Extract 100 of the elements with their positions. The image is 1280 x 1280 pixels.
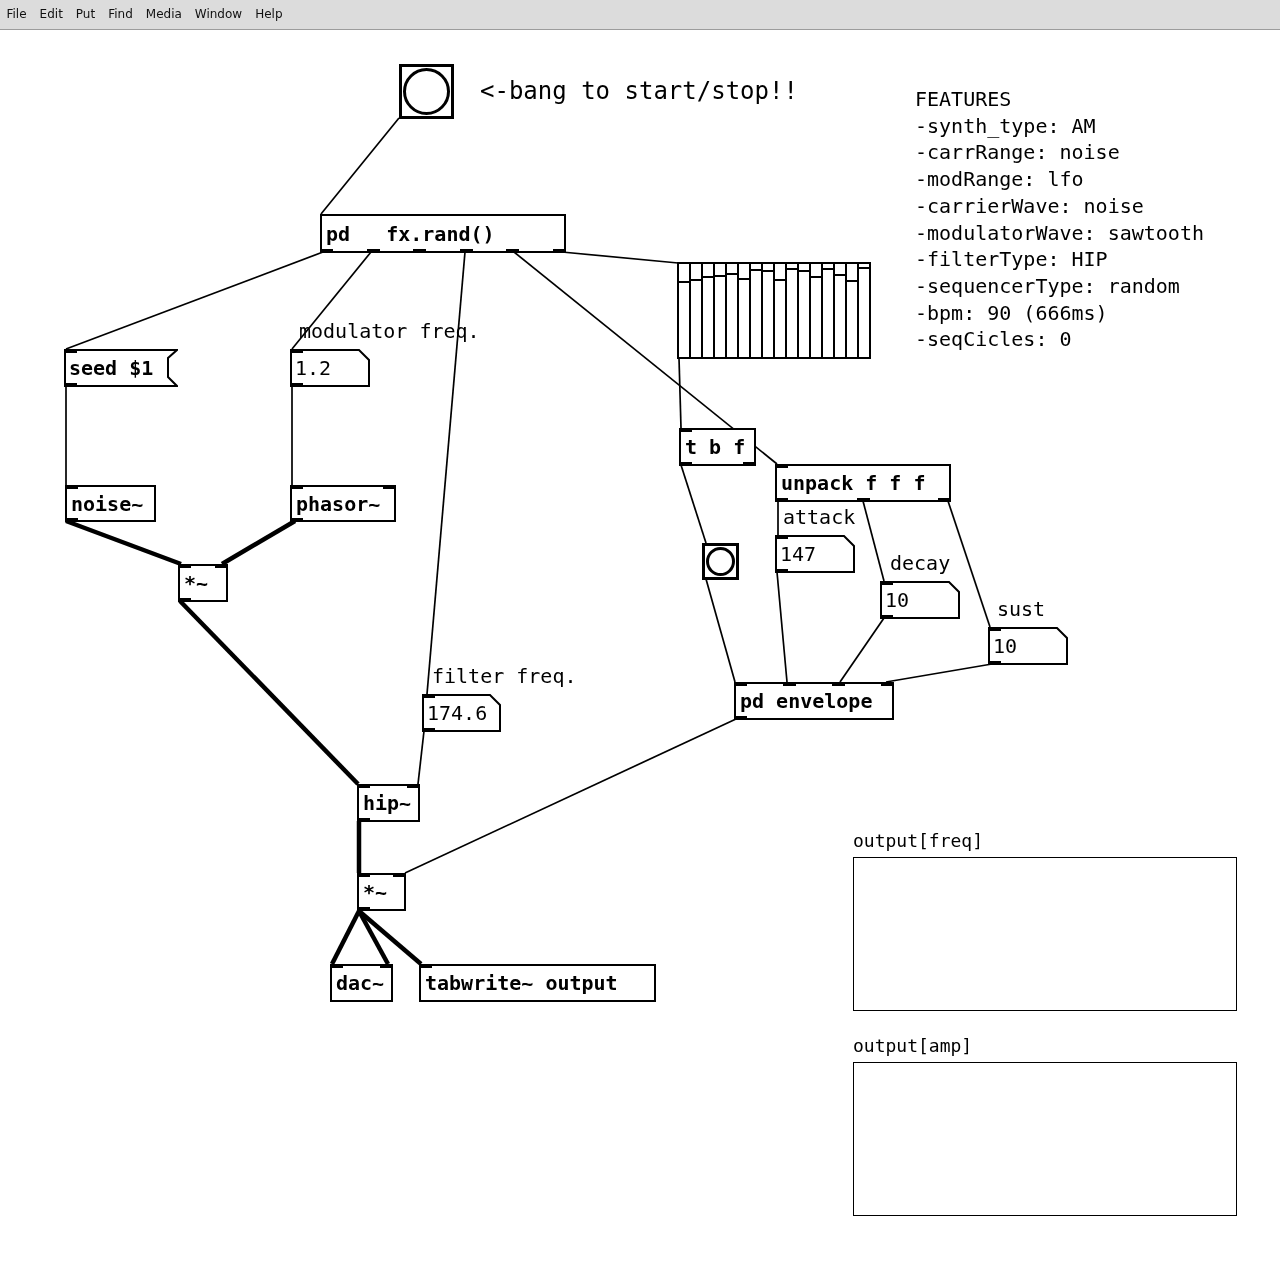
- slider-track[interactable]: [763, 264, 775, 357]
- slider-thumb[interactable]: [811, 276, 821, 279]
- outlet-icon[interactable]: [856, 498, 870, 502]
- slider-track[interactable]: [847, 264, 859, 357]
- slider-track[interactable]: [823, 264, 835, 357]
- slider-track[interactable]: [739, 264, 751, 357]
- object-box[interactable]: t b f: [679, 428, 756, 466]
- inlet-icon[interactable]: [357, 873, 370, 877]
- slider-track[interactable]: [703, 264, 715, 357]
- slider-thumb[interactable]: [763, 269, 773, 272]
- bang-button[interactable]: [702, 543, 739, 580]
- menu-item[interactable]: Find: [102, 0, 139, 29]
- menu-item[interactable]: Edit: [33, 0, 69, 29]
- comment-text: -bpm: 90 (666ms): [915, 299, 1108, 327]
- object-box[interactable]: phasor~: [290, 485, 396, 522]
- object-box[interactable]: pd envelope: [734, 682, 894, 720]
- inlet-icon[interactable]: [783, 682, 796, 686]
- slider-track[interactable]: [835, 264, 847, 357]
- inlet-icon[interactable]: [775, 535, 788, 539]
- slider-thumb[interactable]: [835, 274, 845, 277]
- object-box[interactable]: noise~: [65, 485, 156, 522]
- number-field[interactable]: 147: [775, 535, 855, 573]
- inlet-icon[interactable]: [880, 581, 893, 585]
- slider-thumb[interactable]: [847, 279, 857, 282]
- comment-text: -synth_type: AM: [915, 112, 1096, 140]
- slider-thumb[interactable]: [775, 278, 785, 281]
- object-box[interactable]: pd fx.rand(): [320, 214, 566, 253]
- slider-thumb[interactable]: [679, 280, 689, 283]
- slider-track[interactable]: [811, 264, 823, 357]
- slider-thumb[interactable]: [823, 267, 833, 270]
- number-field[interactable]: 10: [988, 627, 1068, 665]
- comment-text: -modRange: lfo: [915, 166, 1084, 193]
- inlet-icon[interactable]: [290, 485, 303, 489]
- slider-track[interactable]: [799, 264, 811, 357]
- message-box[interactable]: seed $1: [64, 349, 178, 387]
- slider-thumb[interactable]: [715, 275, 725, 278]
- slider-track[interactable]: [715, 264, 727, 357]
- slider-track[interactable]: [751, 264, 763, 357]
- slider-thumb[interactable]: [787, 267, 797, 270]
- comment-text: sust: [997, 597, 1046, 621]
- comment-text: -carrRange: noise: [915, 139, 1120, 167]
- object-box[interactable]: unpack f f f: [775, 464, 951, 502]
- object-box[interactable]: *~: [178, 564, 228, 602]
- slider-track[interactable]: [679, 264, 691, 357]
- number-field[interactable]: 10: [880, 581, 960, 619]
- bang-button[interactable]: [399, 64, 454, 119]
- inlet-icon[interactable]: [357, 784, 370, 788]
- inlet-icon[interactable]: [775, 464, 788, 468]
- comment-text: -seqCicles: 0: [915, 326, 1072, 354]
- comment-text: -modulatorWave: sawtooth: [915, 219, 1204, 247]
- menu-item[interactable]: Window: [188, 0, 249, 29]
- outlet-icon[interactable]: [366, 249, 380, 253]
- inlet-icon[interactable]: [64, 349, 77, 353]
- comment-text: decay: [890, 551, 951, 575]
- array-label: output[freq]: [853, 830, 984, 852]
- object-box[interactable]: dac~: [330, 964, 393, 1002]
- slider-track[interactable]: [775, 264, 787, 357]
- slider-thumb[interactable]: [799, 270, 809, 273]
- outlet-icon[interactable]: [506, 249, 520, 253]
- slider-track[interactable]: [787, 264, 799, 357]
- inlet-icon[interactable]: [419, 964, 432, 968]
- inlet-icon[interactable]: [881, 682, 894, 686]
- slider-thumb[interactable]: [859, 266, 869, 269]
- inlet-icon[interactable]: [65, 485, 78, 489]
- slider-thumb[interactable]: [703, 276, 713, 279]
- outlet-icon[interactable]: [459, 249, 473, 253]
- slider-thumb[interactable]: [727, 273, 737, 276]
- inlet-icon[interactable]: [832, 682, 845, 686]
- comment-text: <-bang to start/stop!!: [480, 79, 798, 103]
- inlet-icon[interactable]: [215, 564, 228, 568]
- inlet-icon[interactable]: [383, 485, 396, 489]
- number-field[interactable]: 174.6: [422, 694, 501, 732]
- comment-text: -sequencerType: random: [915, 272, 1180, 300]
- array-label: output[amp]: [853, 1035, 973, 1057]
- menu-item[interactable]: File: [0, 0, 33, 29]
- inlet-icon[interactable]: [734, 682, 747, 686]
- inlet-icon[interactable]: [422, 694, 435, 698]
- inlet-icon[interactable]: [393, 873, 406, 877]
- inlet-icon[interactable]: [178, 564, 191, 568]
- slider-thumb[interactable]: [751, 268, 761, 271]
- slider-track[interactable]: [727, 264, 739, 357]
- object-box[interactable]: hip~: [357, 784, 420, 822]
- menu-item[interactable]: Help: [249, 0, 289, 29]
- inlet-icon[interactable]: [679, 428, 692, 432]
- inlet-icon[interactable]: [988, 627, 1001, 631]
- comment-text: filter freq.: [432, 664, 577, 688]
- array-graph[interactable]: [853, 857, 1237, 1011]
- object-box[interactable]: tabwrite~ output: [419, 964, 656, 1002]
- comment-text: -carrierWave: noise: [915, 192, 1144, 220]
- menu-item[interactable]: Media: [139, 0, 188, 29]
- slider-thumb[interactable]: [691, 278, 701, 281]
- inlet-icon[interactable]: [407, 784, 420, 788]
- number-field[interactable]: 1.2: [290, 349, 370, 387]
- menu-item[interactable]: Put: [69, 0, 102, 29]
- slider-track[interactable]: [691, 264, 703, 357]
- object-box[interactable]: *~: [357, 873, 406, 911]
- outlet-icon[interactable]: [413, 249, 427, 253]
- slider-thumb[interactable]: [739, 277, 749, 280]
- inlet-icon[interactable]: [290, 349, 303, 353]
- array-graph[interactable]: [853, 1062, 1237, 1216]
